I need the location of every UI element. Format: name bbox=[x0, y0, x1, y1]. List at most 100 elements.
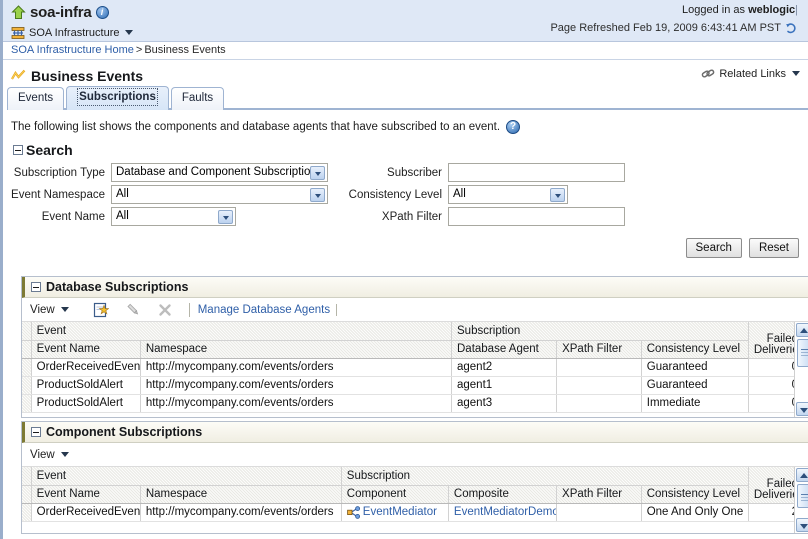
component-view-menu[interactable]: View bbox=[30, 449, 69, 461]
column-header-component[interactable]: Component bbox=[341, 485, 448, 503]
row-handle[interactable] bbox=[22, 503, 31, 521]
tab-faults[interactable]: Faults bbox=[171, 87, 224, 110]
cell-consistency-level: Guaranteed bbox=[641, 358, 748, 376]
soa-infrastructure-icon bbox=[11, 26, 25, 40]
event-name-value: All bbox=[116, 210, 129, 222]
event-namespace-value: All bbox=[116, 188, 129, 200]
component-link[interactable]: EventMediator bbox=[363, 506, 437, 518]
related-links-menu[interactable]: Related Links bbox=[701, 67, 800, 80]
xpath-filter-label: XPath Filter bbox=[343, 211, 448, 223]
reset-button[interactable]: Reset bbox=[749, 238, 799, 258]
group-header-subscription: Subscription bbox=[341, 467, 748, 485]
chevron-down-icon bbox=[310, 188, 325, 202]
cell-event-name: ProductSoldAlert bbox=[31, 376, 140, 394]
row-handle[interactable] bbox=[22, 394, 31, 412]
column-header-consistency-level[interactable]: Consistency Level bbox=[641, 340, 748, 358]
component-subscriptions-table-wrap: Event Subscription Failed Deliveries Eve… bbox=[22, 467, 808, 533]
scroll-down-button[interactable] bbox=[796, 518, 808, 532]
delete-x-icon bbox=[157, 302, 173, 318]
database-view-menu[interactable]: View bbox=[30, 304, 69, 316]
page-title-bar: Business Events Related Links bbox=[3, 60, 808, 86]
column-header-xpath-filter[interactable]: XPath Filter bbox=[557, 485, 642, 503]
column-header-namespace[interactable]: Namespace bbox=[140, 485, 341, 503]
field-consistency-level: Consistency Level All bbox=[343, 185, 568, 204]
scroll-up-button[interactable] bbox=[796, 323, 808, 337]
event-name-select[interactable]: All bbox=[111, 207, 236, 226]
subscriber-input[interactable] bbox=[448, 163, 625, 182]
cell-xpath-filter bbox=[557, 394, 642, 412]
app-title: soa-infra bbox=[30, 4, 92, 21]
tab-subscriptions[interactable]: Subscriptions bbox=[66, 86, 169, 110]
database-subscriptions-header: Database Subscriptions bbox=[22, 277, 808, 298]
consistency-level-value: All bbox=[453, 188, 466, 200]
xpath-filter-input[interactable] bbox=[448, 207, 625, 226]
table-row[interactable]: OrderReceivedEvent http://mycompany.com/… bbox=[22, 503, 804, 521]
scroll-track[interactable] bbox=[796, 338, 808, 401]
scroll-up-button[interactable] bbox=[796, 468, 808, 482]
cell-consistency-level: One And Only One bbox=[641, 503, 748, 521]
column-header-consistency-level[interactable]: Consistency Level bbox=[641, 485, 748, 503]
component-subscriptions-header: Component Subscriptions bbox=[22, 422, 808, 443]
database-subscriptions-title: Database Subscriptions bbox=[46, 280, 188, 294]
scroll-down-button[interactable] bbox=[796, 402, 808, 416]
logged-in-status: Logged in as weblogic| bbox=[550, 2, 798, 19]
column-header-database-agent[interactable]: Database Agent bbox=[452, 340, 557, 358]
info-icon[interactable]: i bbox=[96, 6, 109, 19]
subscription-type-select[interactable]: Database and Component Subscriptions bbox=[111, 163, 328, 182]
row-handle-header bbox=[22, 485, 31, 503]
row-handle[interactable] bbox=[22, 376, 31, 394]
database-table-vertical-scrollbar[interactable] bbox=[794, 322, 808, 417]
new-document-icon[interactable] bbox=[93, 302, 109, 318]
breadcrumb-separator: > bbox=[136, 44, 142, 56]
scroll-thumb[interactable] bbox=[797, 484, 808, 508]
tab-events[interactable]: Events bbox=[7, 87, 64, 110]
column-header-xpath-filter[interactable]: XPath Filter bbox=[557, 340, 642, 358]
cell-composite[interactable]: EventMediatorDemo bbox=[448, 503, 556, 521]
row-handle-header bbox=[22, 467, 31, 485]
cell-database-agent: agent3 bbox=[452, 394, 557, 412]
page-root: soa-infra i SOA Infrastructure bbox=[0, 0, 808, 539]
logged-in-user[interactable]: weblogic bbox=[748, 4, 795, 16]
cell-component[interactable]: EventMediator bbox=[341, 503, 448, 521]
consistency-level-label: Consistency Level bbox=[343, 189, 448, 201]
target-menu[interactable]: SOA Infrastructure bbox=[11, 23, 133, 42]
scroll-track[interactable] bbox=[796, 483, 808, 517]
refresh-icon[interactable] bbox=[785, 22, 798, 35]
component-table-vertical-scrollbar[interactable] bbox=[794, 467, 808, 533]
home-up-arrow-icon[interactable] bbox=[11, 5, 26, 20]
manage-database-agents-link[interactable]: Manage Database Agents bbox=[198, 304, 337, 316]
table-row[interactable]: ProductSoldAlert http://mycompany.com/ev… bbox=[22, 394, 804, 412]
column-header-composite[interactable]: Composite bbox=[448, 485, 556, 503]
chain-link-icon bbox=[701, 67, 715, 80]
row-handle[interactable] bbox=[22, 358, 31, 376]
app-identity: soa-infra i bbox=[11, 2, 133, 23]
breadcrumb-home-link[interactable]: SOA Infrastructure Home bbox=[11, 44, 134, 56]
composite-link[interactable]: EventMediatorDemo bbox=[454, 506, 557, 518]
column-header-namespace[interactable]: Namespace bbox=[140, 340, 451, 358]
intro-text: The following list shows the components … bbox=[11, 121, 500, 133]
search-button[interactable]: Search bbox=[686, 238, 742, 258]
database-subscriptions-collapse-toggle[interactable] bbox=[31, 282, 41, 292]
event-namespace-select[interactable]: All bbox=[111, 185, 328, 204]
consistency-level-select[interactable]: All bbox=[448, 185, 568, 204]
chevron-down-icon bbox=[550, 188, 565, 202]
cell-consistency-level: Immediate bbox=[641, 394, 748, 412]
help-question-icon[interactable]: ? bbox=[506, 120, 520, 134]
scroll-thumb[interactable] bbox=[797, 339, 808, 367]
chevron-down-icon bbox=[792, 71, 800, 76]
event-name-label: Event Name bbox=[11, 211, 111, 223]
component-subscriptions-collapse-toggle[interactable] bbox=[31, 427, 41, 437]
search-collapse-toggle[interactable] bbox=[13, 145, 23, 155]
column-header-event-name[interactable]: Event Name bbox=[31, 340, 140, 358]
chevron-down-icon bbox=[310, 166, 325, 180]
breadcrumb-current: Business Events bbox=[144, 44, 225, 56]
tab-faults-label: Faults bbox=[182, 92, 213, 104]
column-header-event-name[interactable]: Event Name bbox=[31, 485, 140, 503]
subscription-type-label: Subscription Type bbox=[11, 167, 111, 179]
subscriber-label: Subscriber bbox=[343, 167, 448, 179]
field-subscriber: Subscriber bbox=[343, 163, 625, 182]
table-row[interactable]: ProductSoldAlert http://mycompany.com/ev… bbox=[22, 376, 804, 394]
field-subscription-type: Subscription Type Database and Component… bbox=[11, 163, 328, 182]
cell-event-name: OrderReceivedEvent bbox=[31, 503, 140, 521]
table-row[interactable]: OrderReceivedEvent http://mycompany.com/… bbox=[22, 358, 804, 376]
